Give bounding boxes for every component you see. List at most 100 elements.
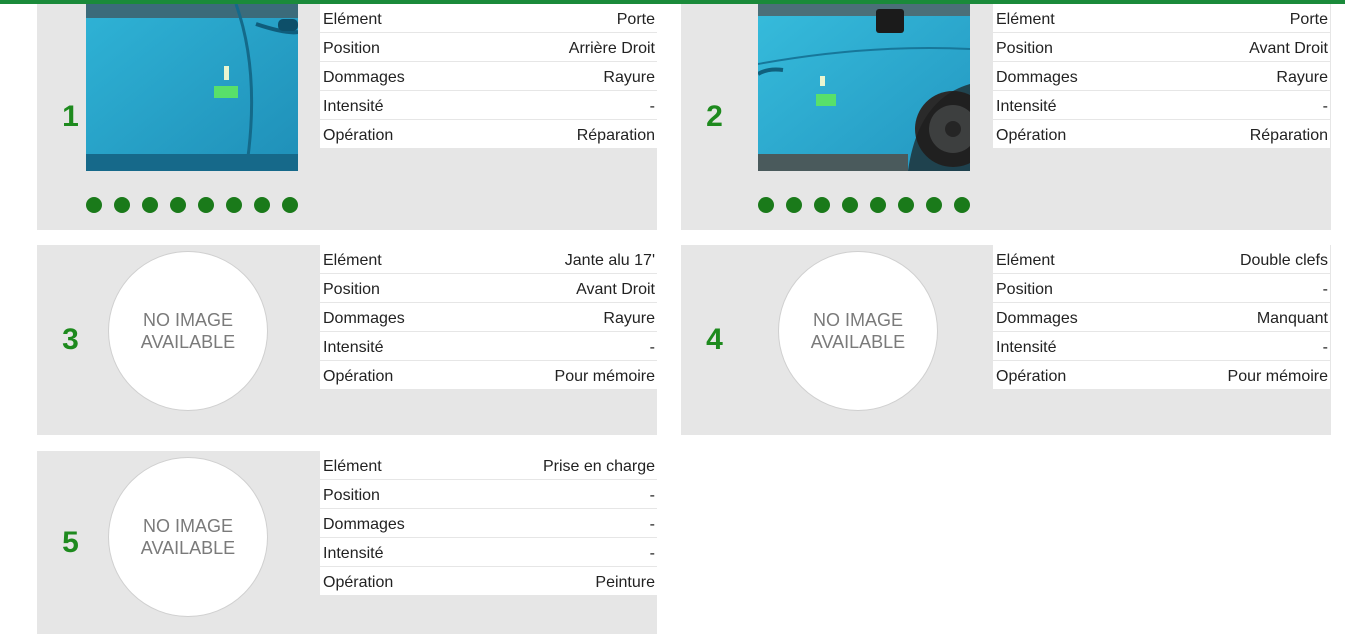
carousel-dot[interactable] — [226, 197, 242, 213]
label: Dommages — [323, 516, 405, 533]
label: Elément — [323, 252, 382, 269]
row-operation: Opération Pour mémoire — [993, 361, 1330, 390]
label: Opération — [323, 368, 394, 385]
carousel-dot[interactable] — [170, 197, 186, 213]
row-operation: Opération Réparation — [993, 120, 1330, 149]
no-image-line1: NO IMAGE — [812, 310, 903, 330]
row-element: Elément Porte — [993, 4, 1330, 33]
value: - — [649, 98, 655, 115]
value: - — [649, 516, 655, 533]
value: - — [1322, 339, 1328, 356]
row-dommages: Dommages Rayure — [320, 303, 657, 332]
value: - — [649, 487, 655, 504]
card-panel: NO IMAGE AVAILABLE Elément Jante alu 17' … — [104, 245, 657, 435]
value: Réparation — [1249, 127, 1328, 144]
card-panel: NO IMAGE AVAILABLE Elément Double clefs P… — [748, 245, 1331, 435]
photo-carousel-dots — [758, 197, 970, 213]
details-table: Elément Double clefs Position - Dommages Ma… — [993, 245, 1330, 390]
label: Dommages — [996, 69, 1078, 86]
row-position: Position - — [320, 480, 657, 509]
label: Position — [323, 281, 380, 298]
row-intensite: Intensité - — [993, 332, 1330, 361]
damage-card-2: 2 Elément Porte Position Avant Droit Dom… — [681, 4, 1331, 230]
label: Dommages — [323, 69, 405, 86]
row-dommages: Dommages Rayure — [993, 62, 1330, 91]
value: - — [649, 339, 655, 356]
label: Dommages — [996, 310, 1078, 327]
carousel-dot[interactable] — [926, 197, 942, 213]
label: Position — [323, 40, 380, 57]
value: Jante alu 17' — [564, 252, 655, 269]
label: Intensité — [996, 98, 1057, 115]
row-position: Position Avant Droit — [320, 274, 657, 303]
carousel-dot[interactable] — [786, 197, 802, 213]
carousel-dot[interactable] — [282, 197, 298, 213]
label: Elément — [323, 458, 382, 475]
damage-card-3: 3 NO IMAGE AVAILABLE Elément Jante alu 17… — [37, 245, 657, 435]
row-operation: Opération Peinture — [320, 567, 657, 596]
no-image-placeholder: NO IMAGE AVAILABLE — [108, 251, 268, 411]
carousel-dot[interactable] — [758, 197, 774, 213]
row-position: Position Avant Droit — [993, 33, 1330, 62]
carousel-dot[interactable] — [198, 197, 214, 213]
row-element: Elément Jante alu 17' — [320, 245, 657, 274]
carousel-dot[interactable] — [86, 197, 102, 213]
carousel-dot[interactable] — [870, 197, 886, 213]
card-number-cell: 5 — [37, 451, 104, 634]
carousel-dot[interactable] — [898, 197, 914, 213]
value: Arrière Droit — [568, 40, 655, 57]
value: Pour mémoire — [554, 368, 655, 385]
label: Opération — [996, 127, 1067, 144]
label: Intensité — [323, 98, 384, 115]
details-table: Elément Porte Position Arrière Droit Domma… — [320, 4, 657, 149]
no-image-line1: NO IMAGE — [142, 516, 233, 536]
card-number-cell: 3 — [37, 245, 104, 435]
details-table: Elément Porte Position Avant Droit Dommage… — [993, 4, 1330, 149]
carousel-dot[interactable] — [114, 197, 130, 213]
no-image-placeholder: NO IMAGE AVAILABLE — [778, 251, 938, 411]
carousel-dot[interactable] — [254, 197, 270, 213]
row-intensite: Intensité - — [320, 332, 657, 361]
value: Réparation — [576, 127, 655, 144]
value: - — [1322, 281, 1328, 298]
card-panel: NO IMAGE AVAILABLE Elément Prise en charg… — [104, 451, 657, 634]
row-dommages: Dommages - — [320, 509, 657, 538]
carousel-dot[interactable] — [142, 197, 158, 213]
row-intensite: Intensité - — [320, 91, 657, 120]
damage-photo[interactable] — [758, 4, 970, 171]
value: Rayure — [1276, 69, 1328, 86]
no-image-line2: AVAILABLE — [140, 332, 236, 352]
carousel-dot[interactable] — [842, 197, 858, 213]
card-panel: Elément Porte Position Avant Droit Dommage… — [748, 4, 1331, 230]
label: Position — [996, 281, 1053, 298]
damage-card-1: 1 Elément Porte Position Arrière Droit D… — [37, 4, 657, 230]
value: Avant Droit — [576, 281, 655, 298]
carousel-dot[interactable] — [954, 197, 970, 213]
details-table: Elément Prise en charge Position - Dommage… — [320, 451, 657, 596]
carousel-dot[interactable] — [814, 197, 830, 213]
value: Pour mémoire — [1227, 368, 1328, 385]
row-dommages: Dommages Manquant — [993, 303, 1330, 332]
no-image-line1: NO IMAGE — [142, 310, 233, 330]
damage-photo[interactable] — [86, 4, 298, 171]
label: Opération — [323, 574, 394, 591]
details-table: Elément Jante alu 17' Position Avant Droit… — [320, 245, 657, 390]
label: Position — [996, 40, 1053, 57]
row-position: Position Arrière Droit — [320, 33, 657, 62]
car-door-rear-photo — [86, 4, 298, 171]
value: Prise en charge — [542, 458, 655, 475]
value: - — [1322, 98, 1328, 115]
value: - — [649, 545, 655, 562]
label: Intensité — [323, 339, 384, 356]
card-number: 3 — [62, 323, 79, 356]
row-element: Elément Prise en charge — [320, 451, 657, 480]
row-intensite: Intensité - — [993, 91, 1330, 120]
card-panel: Elément Porte Position Arrière Droit Domma… — [86, 4, 657, 230]
label: Dommages — [323, 310, 405, 327]
car-door-front-photo — [758, 4, 970, 171]
label: Opération — [996, 368, 1067, 385]
no-image-placeholder: NO IMAGE AVAILABLE — [108, 457, 268, 617]
value: Manquant — [1256, 310, 1328, 327]
damage-card-5: 5 NO IMAGE AVAILABLE Elément Prise en cha… — [37, 451, 657, 634]
card-number-cell: 4 — [681, 245, 748, 435]
